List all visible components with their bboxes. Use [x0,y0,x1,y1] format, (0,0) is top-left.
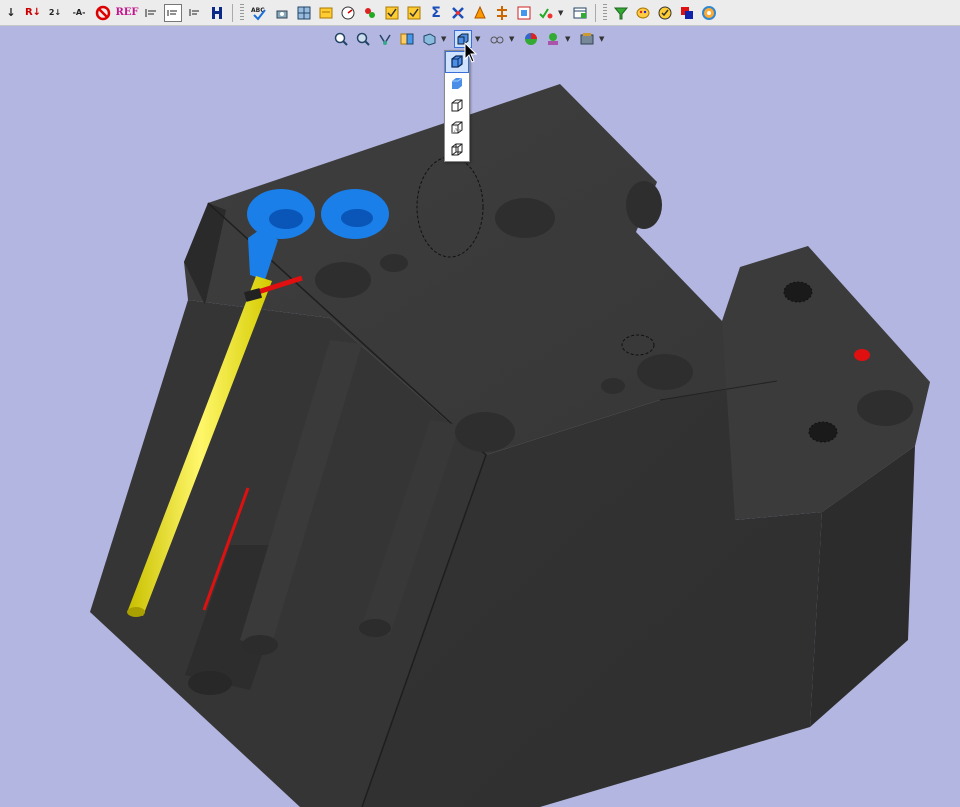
align-frame-icon[interactable] [164,3,182,22]
chevron-down-icon[interactable]: ▼ [558,9,565,17]
zoom-icon[interactable] [354,30,372,48]
mouse-cursor-icon [464,42,478,63]
measure-icon[interactable] [273,4,291,22]
chevron-down-icon[interactable]: ▼ [565,35,572,43]
sigma-icon[interactable]: Σ [427,4,445,22]
spell-check-icon[interactable]: ABC [249,4,269,22]
arrow-down-icon[interactable]: ↓ [2,4,20,22]
toolbar-grip[interactable] [240,3,244,22]
chevron-down-icon[interactable]: ▼ [509,35,516,43]
check-circle-icon[interactable] [656,4,674,22]
checkbox-icon[interactable] [383,4,401,22]
main-toolbar: ↓ R↓ 2↓ -A- REF ABC Σ ▼ [0,0,960,26]
ref-button[interactable]: REF [115,4,138,22]
block-body[interactable] [90,84,930,807]
shaded-icon[interactable] [445,73,469,95]
chevron-down-icon[interactable]: ▼ [599,35,606,43]
scale-icon[interactable] [295,4,313,22]
section-icon[interactable] [398,30,416,48]
palette-icon[interactable] [634,4,652,22]
tools-icon[interactable] [449,4,467,22]
no-entry-icon[interactable] [94,4,112,22]
color-swatch-icon[interactable] [678,4,696,22]
hierarchy-icon[interactable] [208,4,226,22]
scene-icon[interactable] [544,30,562,48]
note-icon[interactable] [317,4,335,22]
traffic-icon[interactable] [361,4,379,22]
graphics-viewport[interactable] [0,50,960,807]
grid-icon[interactable] [515,4,533,22]
sort-button[interactable]: 2↓ [46,4,64,22]
toolbar-separator [232,3,233,22]
filter-icon[interactable] [612,4,630,22]
split-icon[interactable] [493,4,511,22]
align-left-icon[interactable] [142,4,160,22]
rotate-icon[interactable] [376,30,394,48]
toolbar-separator [595,3,596,22]
color-wheel-icon[interactable] [700,4,718,22]
r-arrow-button[interactable]: R↓ [24,4,42,22]
appearance-icon[interactable] [522,30,540,48]
view-settings-icon[interactable] [578,30,596,48]
wireframe-icon[interactable] [445,139,469,161]
view-orient-icon[interactable] [420,30,438,48]
table-icon[interactable] [571,4,589,22]
hide-show-icon[interactable] [488,30,506,48]
chevron-down-icon[interactable]: ▼ [441,35,448,43]
hidden-lines-visible-icon[interactable] [445,117,469,139]
check-sort-icon[interactable] [537,4,555,22]
zoom-fit-icon[interactable] [332,30,350,48]
gauge-icon[interactable] [339,4,357,22]
cone-icon[interactable] [471,4,489,22]
checkbox-2-icon[interactable] [405,4,423,22]
hidden-lines-removed-icon[interactable] [445,95,469,117]
dash-a-button[interactable]: -A- [68,4,90,22]
display-style-menu [444,50,470,162]
align-small-icon[interactable] [186,4,204,22]
toolbar-grip[interactable] [603,3,607,22]
